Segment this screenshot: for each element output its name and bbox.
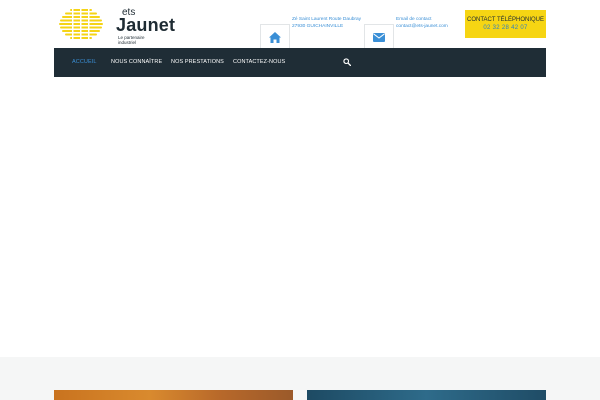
service-card-image-right[interactable] [307,390,546,400]
email-address-link[interactable]: contact@ets-jaunet.com [396,23,456,30]
address-line-2: 27930 GUICHAINVILLE [292,24,344,29]
logo-tagline: Le partenaire industriel [118,35,145,45]
contact-phone-number: 02 32 28 42 07 [483,24,528,31]
site-logo[interactable]: ets Jaunet Le partenaire industriel [58,8,175,45]
address-icon-box [260,24,290,49]
contact-phone-label: CONTACT TÉLÉPHONIQUE [466,16,544,23]
service-card-image-left[interactable] [54,390,293,400]
email-text: Email de contact contact@ets-jaunet.com [396,16,456,30]
nav-item-accueil[interactable]: ACCUEIL [72,48,97,77]
hero-slider-area [54,77,546,357]
address-text: Zé Saint Laurent Route Daubray 27930 GUI… [292,16,362,30]
contact-phone-button[interactable]: CONTACT TÉLÉPHONIQUE 02 32 28 42 07 [465,10,546,38]
search-icon[interactable] [343,58,351,66]
home-icon [269,31,281,43]
page: ets Jaunet Le partenaire industriel Zé S… [0,0,600,400]
nav-item-nos-prestations[interactable]: NOS PRESTATIONS [171,48,224,77]
envelope-icon [373,32,385,42]
logo-name: Jaunet [116,15,176,35]
email-label: Email de contact [396,17,432,22]
email-icon-box [364,24,394,49]
logo-sun-icon [59,8,103,40]
nav-item-nous-connaitre[interactable]: NOUS CONNAÎTRE [111,48,162,77]
main-nav: ACCUEIL NOUS CONNAÎTRE NOS PRESTATIONS C… [54,48,546,77]
nav-item-contactez-nous[interactable]: CONTACTEZ-NOUS [233,48,285,77]
address-line-1: Zé Saint Laurent Route Daubray [292,17,362,22]
